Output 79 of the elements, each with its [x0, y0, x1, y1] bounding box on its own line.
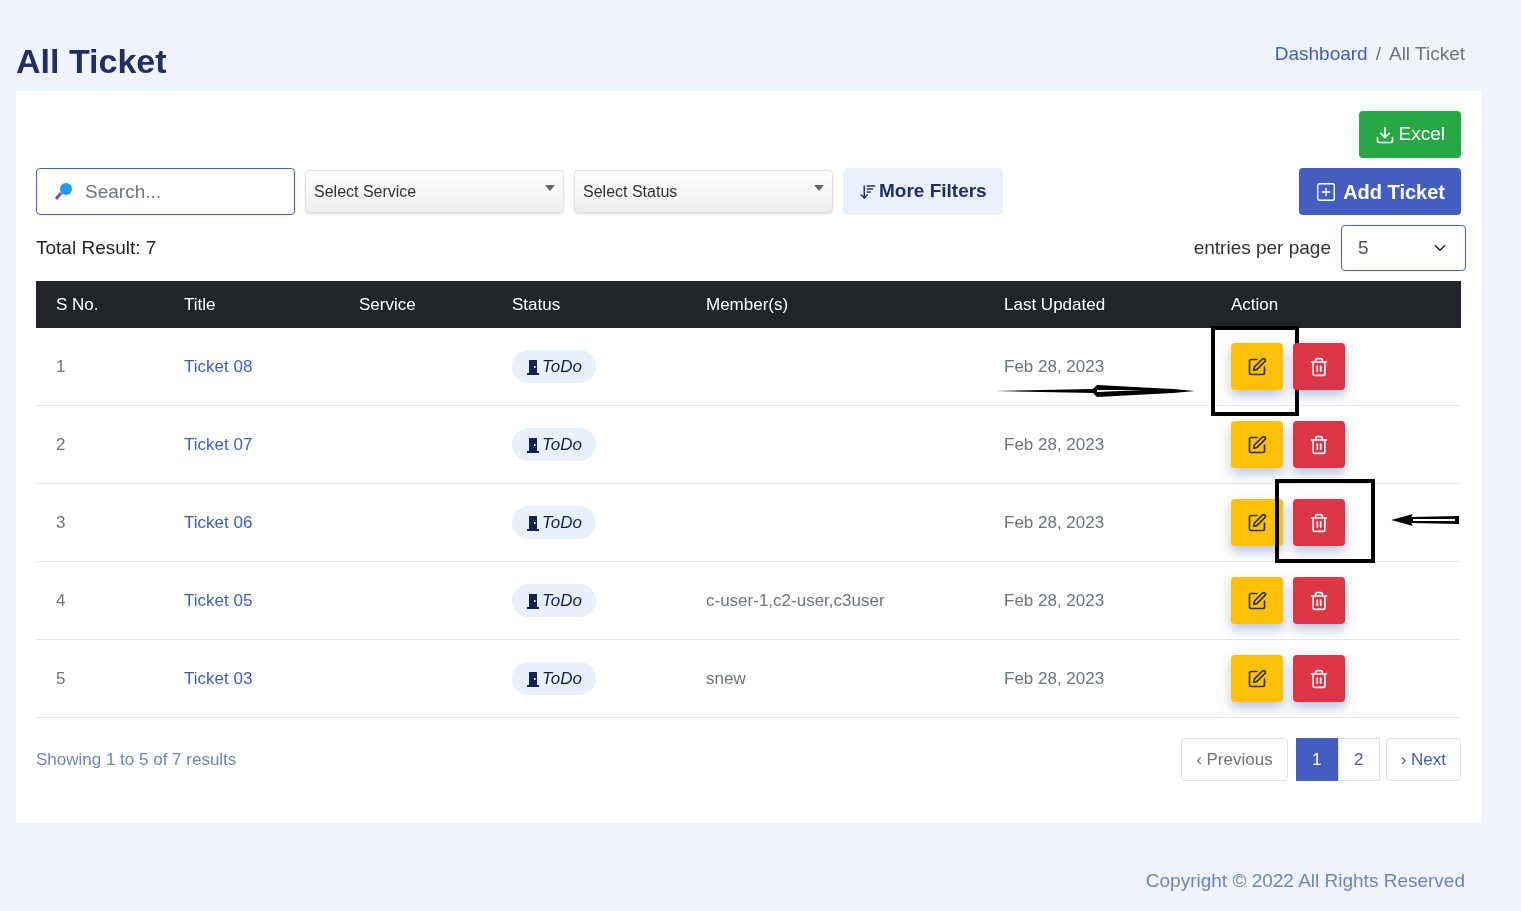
table-cell: Feb 28, 2023: [1004, 356, 1105, 376]
breadcrumb-separator: /: [1375, 42, 1381, 66]
table-cell: c-user-1,c2-user,c3user: [706, 590, 885, 610]
entries-select[interactable]: 5: [1341, 225, 1466, 271]
select-dropdown[interactable]: Select Status: [574, 170, 833, 213]
status-badge: ToDo: [512, 505, 596, 540]
column-header: S No.: [56, 294, 99, 314]
edit-button[interactable]: [1231, 499, 1283, 546]
total-result: Total Result: 7: [36, 235, 157, 260]
table-cell: 2: [56, 434, 66, 454]
dropdown-caret-icon: [545, 184, 555, 191]
edit-button[interactable]: [1231, 343, 1283, 390]
column-header: Member(s): [706, 294, 789, 314]
table-cell: snew: [706, 668, 746, 688]
plus-square-icon: [1315, 180, 1338, 203]
table-cell: 1: [56, 356, 66, 376]
ticket-link[interactable]: Ticket 08: [184, 356, 253, 376]
ticket-link[interactable]: Ticket 07: [184, 434, 253, 454]
table-cell: 4: [56, 590, 66, 610]
page-button[interactable]: 1: [1295, 738, 1338, 781]
download-icon: [1374, 124, 1395, 145]
status-badge: ToDo: [512, 661, 596, 696]
dropdown-caret-icon: [814, 184, 824, 191]
status-badge: ToDo: [512, 349, 596, 384]
table-cell: Feb 28, 2023: [1004, 434, 1105, 454]
edit-icon: [1247, 512, 1267, 533]
ticket-link[interactable]: Ticket 06: [184, 512, 253, 532]
sort-icon: [859, 182, 877, 201]
table-cell: 5: [56, 668, 66, 688]
delete-button[interactable]: [1293, 421, 1345, 468]
edit-icon: [1247, 356, 1267, 377]
delete-button[interactable]: [1293, 343, 1345, 390]
magnifier-icon: [54, 181, 74, 201]
trash-icon: [1309, 434, 1329, 455]
entries-label: entries per page: [1193, 235, 1331, 260]
search-field[interactable]: Search...: [36, 168, 295, 215]
showing-results: Showing 1 to 5 of 7 results: [36, 748, 237, 771]
add-ticket-button[interactable]: Add Ticket: [1299, 168, 1461, 215]
table-cell: Feb 28, 2023: [1004, 512, 1105, 532]
copyright-text: Copyright © 2022 All Rights Reserved: [1145, 869, 1465, 893]
column-header: Status: [512, 294, 561, 314]
page-button[interactable]: 2: [1337, 738, 1380, 781]
status-badge: ToDo: [512, 427, 596, 462]
delete-button[interactable]: [1293, 655, 1345, 702]
page-title: All Ticket: [16, 41, 167, 82]
ticket-link[interactable]: Ticket 05: [184, 590, 253, 610]
breadcrumb-current: All Ticket: [1388, 42, 1465, 66]
edit-icon: [1247, 590, 1267, 611]
table-cell: Feb 28, 2023: [1004, 590, 1105, 610]
table-cell: Feb 28, 2023: [1004, 668, 1105, 688]
previous-button[interactable]: ‹ Previous: [1181, 738, 1288, 781]
edit-icon: [1247, 668, 1267, 689]
trash-icon: [1309, 590, 1329, 611]
excel-button[interactable]: Excel: [1358, 111, 1461, 158]
trash-icon: [1309, 356, 1329, 377]
door-icon: [526, 670, 540, 687]
trash-icon: [1309, 512, 1329, 533]
trash-icon: [1309, 668, 1329, 689]
door-icon: [526, 358, 540, 375]
column-header: Title: [184, 294, 216, 314]
select-dropdown[interactable]: Select Service: [305, 170, 564, 213]
door-icon: [526, 592, 540, 609]
column-header: Service: [359, 294, 416, 314]
edit-icon: [1247, 434, 1267, 455]
ticket-link[interactable]: Ticket 03: [184, 668, 253, 688]
door-icon: [526, 514, 540, 531]
edit-button[interactable]: [1231, 655, 1283, 702]
column-header: Action: [1231, 294, 1279, 314]
edit-button[interactable]: [1231, 421, 1283, 468]
more-filters-button[interactable]: More Filters: [843, 168, 1003, 215]
delete-button[interactable]: [1293, 577, 1345, 624]
door-icon: [526, 436, 540, 453]
breadcrumb-link[interactable]: Dashboard: [1274, 40, 1368, 69]
edit-button[interactable]: [1231, 577, 1283, 624]
delete-button[interactable]: [1293, 499, 1345, 546]
next-button[interactable]: › Next: [1385, 738, 1461, 781]
status-badge: ToDo: [512, 583, 596, 618]
table-cell: 3: [56, 512, 66, 532]
column-header: Last Updated: [1004, 294, 1106, 314]
